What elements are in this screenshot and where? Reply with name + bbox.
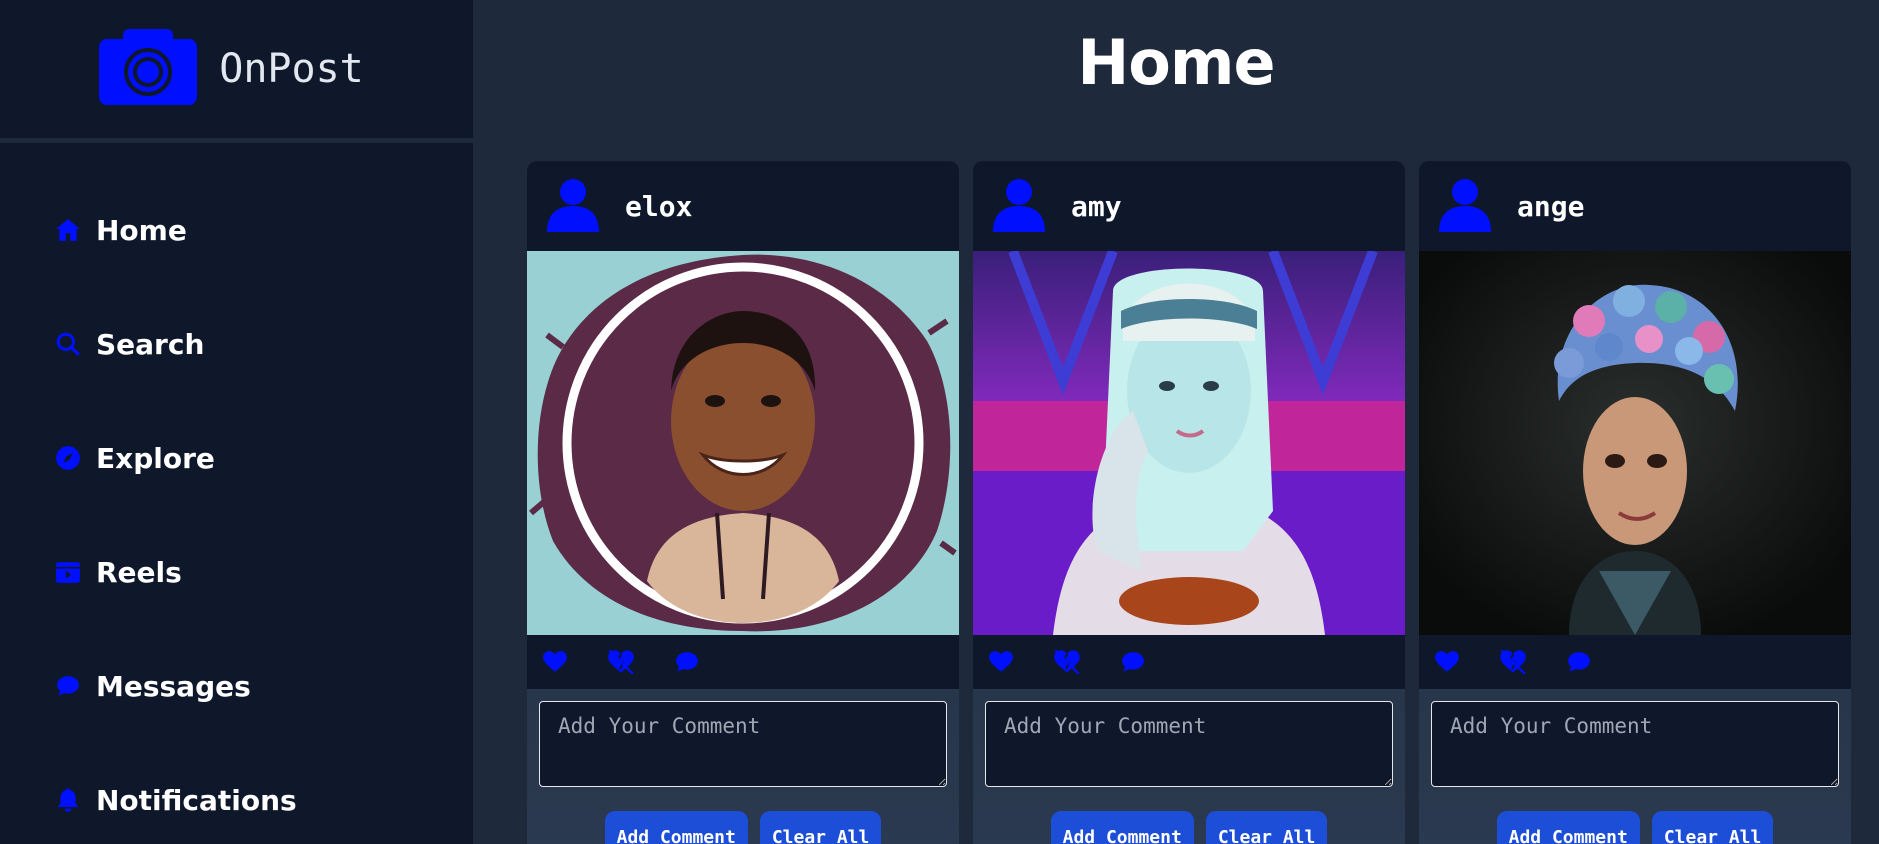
sidebar-nav: Home Search Explore Reels Messages Notif… — [0, 143, 473, 844]
comment-icon[interactable] — [1565, 648, 1593, 676]
sidebar-item-label: Search — [96, 327, 205, 361]
heart-icon[interactable] — [541, 648, 569, 676]
heart-icon[interactable] — [1433, 648, 1461, 676]
post-username[interactable]: ange — [1517, 190, 1584, 223]
compass-icon — [54, 444, 82, 472]
home-icon — [54, 216, 82, 244]
comment-input[interactable] — [985, 701, 1393, 787]
main-content: Home elox Add Your Comment Add Comment C… — [473, 0, 1879, 844]
comment-buttons: Add Comment Clear All — [1419, 811, 1851, 844]
user-icon[interactable] — [991, 176, 1047, 236]
comment-icon[interactable] — [673, 648, 701, 676]
add-comment-button[interactable]: Add Comment — [1496, 811, 1640, 844]
post-image[interactable] — [973, 251, 1405, 635]
sidebar-item-label: Home — [96, 213, 187, 247]
app-name: OnPost — [219, 46, 364, 92]
post-username[interactable]: elox — [625, 190, 692, 223]
sidebar-item-reels[interactable]: Reels — [0, 515, 473, 629]
sidebar-item-home[interactable]: Home — [0, 173, 473, 287]
clear-all-button[interactable]: Clear All — [759, 811, 882, 844]
post-card: elox Add Comment — [527, 161, 959, 844]
post-username[interactable]: amy — [1071, 190, 1122, 223]
heart-icon[interactable] — [987, 648, 1015, 676]
clear-all-button[interactable]: Clear All — [1651, 811, 1774, 844]
post-actions — [973, 635, 1405, 689]
brand[interactable]: OnPost — [0, 0, 473, 143]
user-icon[interactable] — [1437, 176, 1493, 236]
chat-bubble-icon — [54, 672, 82, 700]
heart-broken-icon[interactable] — [1053, 648, 1081, 676]
sidebar: OnPost Home Search Explore Reels Message… — [0, 0, 473, 844]
comment-buttons: Add Comment Clear All — [973, 811, 1405, 844]
post-header: elox — [527, 161, 959, 251]
sidebar-item-label: Messages — [96, 669, 251, 703]
heart-broken-icon[interactable] — [1499, 648, 1527, 676]
comment-input[interactable] — [539, 701, 947, 787]
user-icon[interactable] — [545, 176, 601, 236]
post-header: amy — [973, 161, 1405, 251]
sidebar-item-notifications[interactable]: Notifications — [0, 743, 473, 844]
camera-icon — [99, 29, 198, 109]
heart-broken-icon[interactable] — [607, 648, 635, 676]
sidebar-item-label: Notifications — [96, 783, 297, 817]
post-actions — [527, 635, 959, 689]
comment-icon[interactable] — [1119, 648, 1147, 676]
page-title: Home — [1077, 26, 1275, 99]
search-icon — [54, 330, 82, 358]
add-comment-button[interactable]: Add Comment — [1050, 811, 1194, 844]
add-comment-button[interactable]: Add Comment — [604, 811, 748, 844]
post-feed: elox Add Comment — [527, 161, 1851, 844]
post-card: ange Add Your Comment Add Comment Clear … — [1419, 161, 1851, 844]
bell-icon — [54, 786, 82, 814]
comment-buttons: Add Comment Clear All — [527, 811, 959, 844]
sidebar-item-label: Explore — [96, 441, 215, 475]
post-image[interactable] — [527, 251, 959, 635]
sidebar-item-explore[interactable]: Explore — [0, 401, 473, 515]
reels-icon — [54, 558, 82, 586]
post-header: ange — [1419, 161, 1851, 251]
sidebar-item-label: Reels — [96, 555, 182, 589]
comment-input[interactable] — [1431, 701, 1839, 787]
post-actions — [1419, 635, 1851, 689]
sidebar-item-search[interactable]: Search — [0, 287, 473, 401]
sidebar-item-messages[interactable]: Messages — [0, 629, 473, 743]
clear-all-button[interactable]: Clear All — [1205, 811, 1328, 844]
post-image[interactable] — [1419, 251, 1851, 635]
post-card: amy Add Your Comment Add Comment Clear A… — [973, 161, 1405, 844]
